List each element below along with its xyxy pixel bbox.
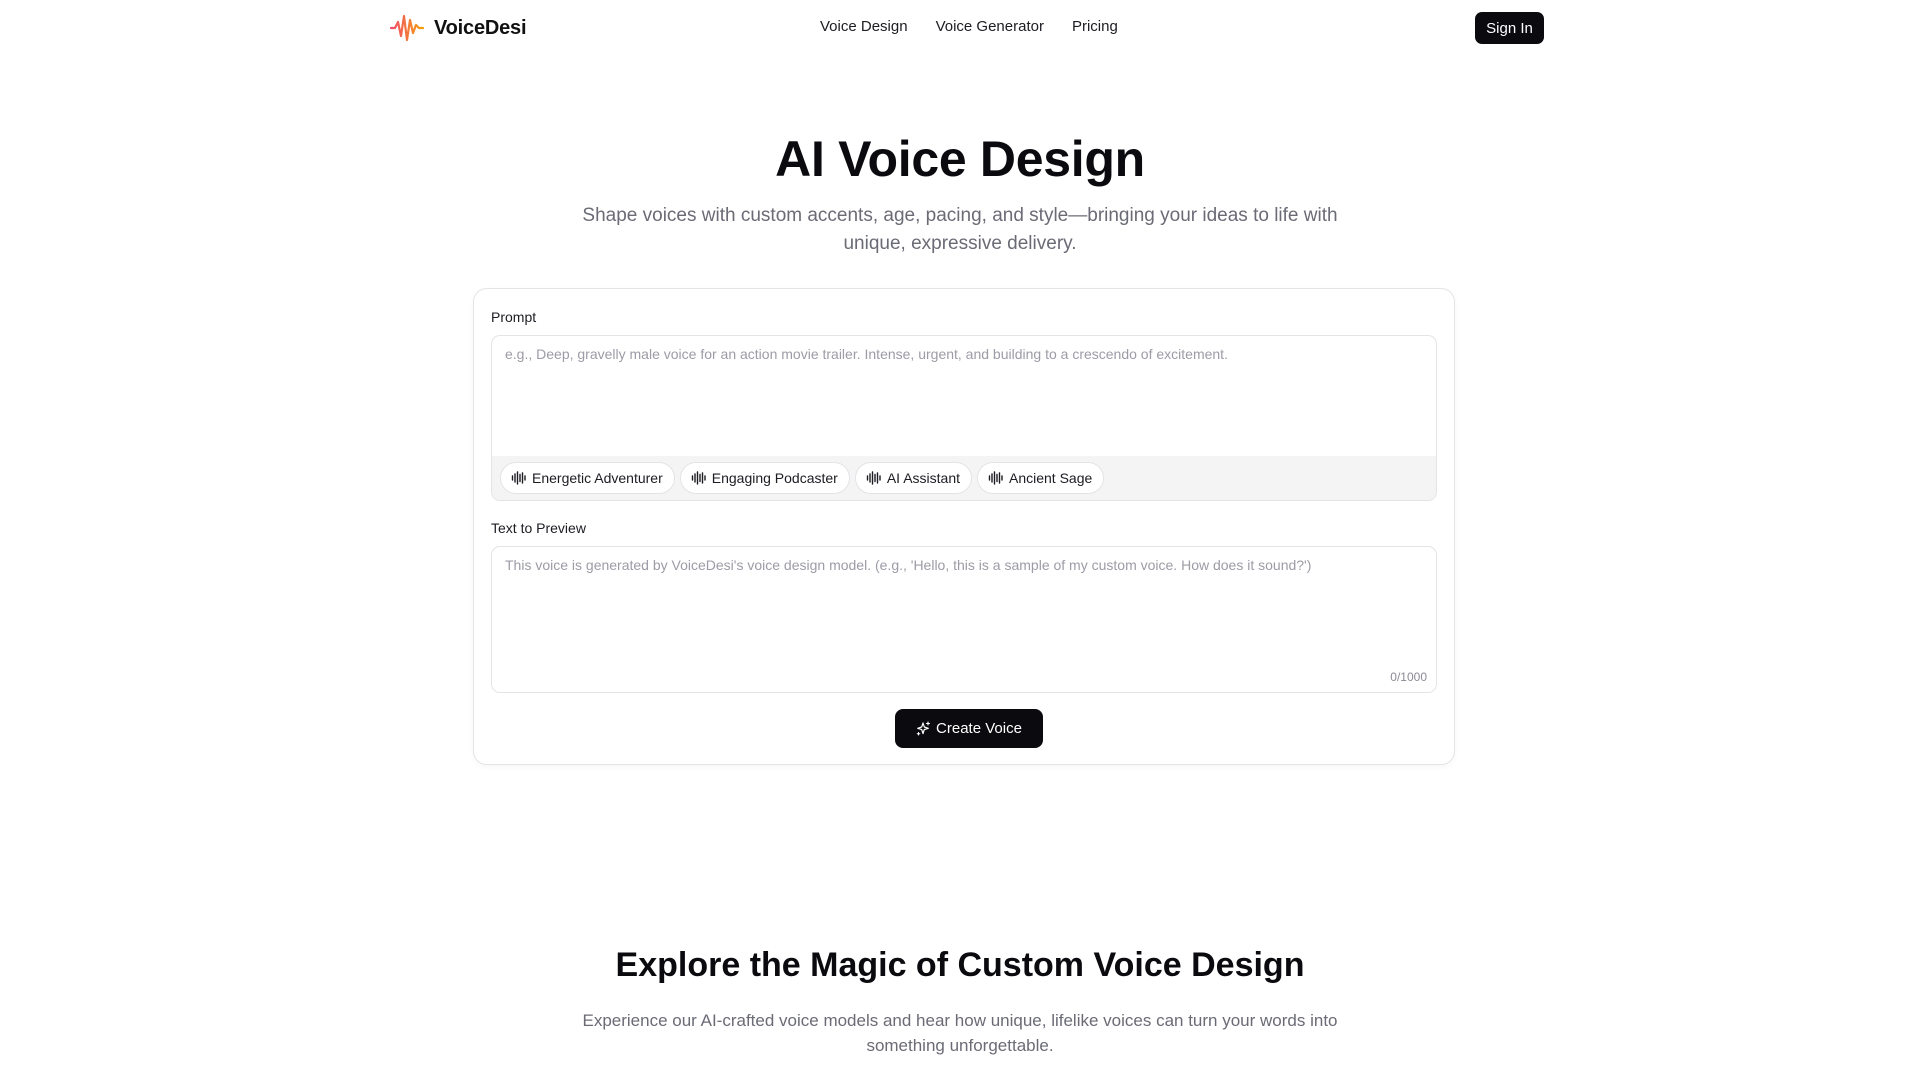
brand-logo[interactable]: VoiceDesi [390, 13, 527, 43]
preset-chip-ancient-sage[interactable]: Ancient Sage [977, 462, 1105, 494]
main-nav: Voice Design Voice Generator Pricing [820, 18, 1118, 35]
nav-link-voice-design[interactable]: Voice Design [820, 18, 908, 35]
waveform-icon [511, 471, 526, 485]
prompt-input[interactable] [492, 336, 1436, 456]
site-header: VoiceDesi Voice Design Voice Generator P… [0, 0, 1920, 56]
preset-chip-energetic-adventurer[interactable]: Energetic Adventurer [500, 462, 675, 494]
preview-label: Text to Preview [491, 520, 586, 536]
sparkle-icon [916, 721, 931, 736]
waveform-logo-icon [390, 14, 424, 42]
explore-heading: Explore the Magic of Custom Voice Design [615, 946, 1305, 984]
explore-subtitle: Experience our AI-crafted voice models a… [582, 1011, 1338, 1055]
waveform-icon [866, 471, 881, 485]
sign-in-button[interactable]: Sign In [1475, 12, 1544, 44]
page-subtitle: Shape voices with custom accents, age, p… [582, 205, 1338, 254]
waveform-icon [988, 471, 1003, 485]
preset-chips-bar: Energetic Adventurer Engaging Podcaster [492, 456, 1436, 500]
create-voice-label: Create Voice [936, 720, 1022, 737]
page-title: AI Voice Design [775, 131, 1145, 187]
preset-chip-label: Energetic Adventurer [532, 470, 663, 486]
preset-chip-label: Engaging Podcaster [711, 470, 838, 486]
prompt-label: Prompt [491, 309, 537, 325]
preset-chip-label: Ancient Sage [1009, 470, 1093, 486]
voice-design-card: Prompt Energetic Adventurer [473, 288, 1455, 765]
nav-link-voice-generator[interactable]: Voice Generator [936, 18, 1044, 35]
preset-chip-ai-assistant[interactable]: AI Assistant [854, 462, 972, 494]
create-voice-button[interactable]: Create Voice [895, 709, 1043, 748]
waveform-icon [691, 471, 706, 485]
character-counter: 0/1000 [1390, 670, 1427, 684]
nav-link-pricing[interactable]: Pricing [1072, 18, 1118, 35]
preset-chip-label: AI Assistant [886, 470, 960, 486]
preview-field: 0/1000 [491, 546, 1437, 693]
preset-chip-engaging-podcaster[interactable]: Engaging Podcaster [679, 462, 850, 494]
prompt-field: Energetic Adventurer Engaging Podcaster [491, 335, 1437, 501]
brand-name: VoiceDesi [434, 16, 527, 39]
preview-text-input[interactable] [492, 547, 1436, 662]
